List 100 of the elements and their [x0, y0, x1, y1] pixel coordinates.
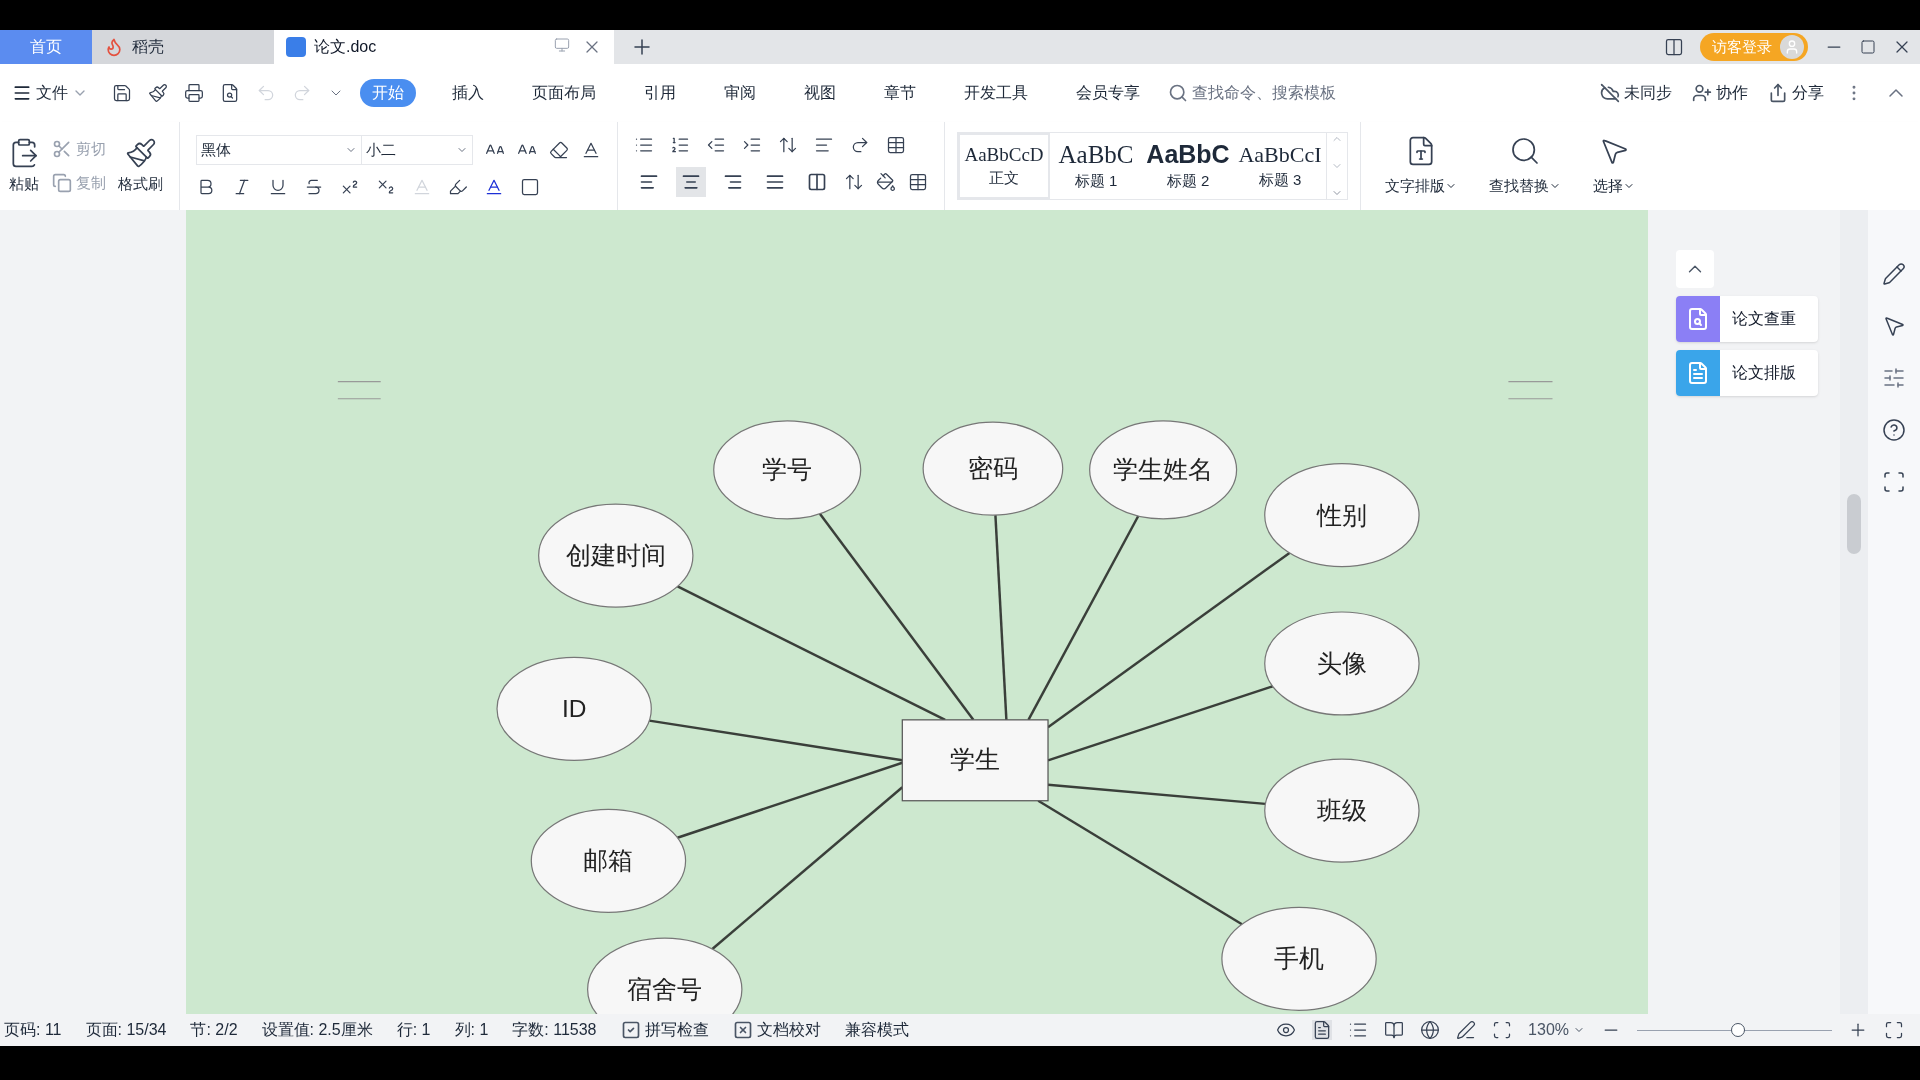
- tool-button[interactable]: 查找替换: [1489, 134, 1561, 198]
- cloud-icon: [1600, 83, 1620, 103]
- style-sample: AaBbCcI: [1238, 141, 1322, 169]
- style-sample: AaBbC: [1146, 139, 1230, 171]
- ribbon-tab[interactable]: 页面布局: [520, 79, 608, 107]
- shading-icon[interactable]: [876, 172, 896, 192]
- document-search-icon: [1676, 296, 1720, 342]
- ribbon-tab[interactable]: 视图: [792, 79, 848, 107]
- page-view-icon[interactable]: [1312, 1020, 1333, 1040]
- fit-page-icon[interactable]: [1492, 1020, 1513, 1040]
- brush-icon[interactable]: [148, 83, 168, 103]
- margin-mark: [337, 380, 382, 400]
- user-plus-icon: [1692, 83, 1712, 103]
- scissors-icon: [52, 138, 72, 159]
- ribbon-tab[interactable]: 开发工具: [952, 79, 1040, 107]
- save-icon[interactable]: [112, 83, 132, 103]
- ribbon-tab[interactable]: 章节: [872, 79, 928, 107]
- writing-view-icon[interactable]: [1456, 1020, 1477, 1040]
- side-panel-button[interactable]: 论文查重: [1676, 296, 1818, 342]
- pointer-icon[interactable]: [1882, 314, 1906, 338]
- ribbon-tab[interactable]: 审阅: [712, 79, 768, 107]
- underline-icon[interactable]: [268, 177, 288, 197]
- style-label: 标题 2: [1166, 171, 1210, 192]
- style-preset[interactable]: AaBbC 标题 2: [1142, 133, 1234, 199]
- file-menu[interactable]: 文件: [12, 81, 88, 105]
- attribute-label: 学生姓名: [1113, 456, 1214, 484]
- x-box-icon: [732, 1020, 753, 1040]
- action-button[interactable]: 协作: [1692, 81, 1748, 105]
- ribbon-tab[interactable]: 会员专享: [1064, 79, 1152, 107]
- zoom-slider[interactable]: [1637, 1023, 1832, 1037]
- fullscreen-icon[interactable]: [1884, 1020, 1904, 1040]
- checkbox-icon: [620, 1020, 641, 1040]
- sliders-icon[interactable]: [1882, 366, 1906, 390]
- attribute-label: 邮箱: [583, 847, 634, 875]
- style-label: 正文: [989, 167, 1019, 188]
- eraser-icon[interactable]: [549, 140, 569, 160]
- help-icon[interactable]: [1882, 418, 1906, 442]
- maximize-icon[interactable]: [1860, 39, 1876, 55]
- pencil-icon[interactable]: [1882, 262, 1906, 286]
- style-label: 标题 1: [1074, 171, 1118, 192]
- document-text-icon: [1676, 350, 1720, 396]
- style-preset[interactable]: AaBbCcI 标题 3: [1234, 133, 1326, 199]
- tool-button[interactable]: 选择: [1593, 134, 1635, 198]
- strikethrough-icon[interactable]: [304, 177, 324, 197]
- entity-label: 学生: [949, 745, 1000, 773]
- align-center-icon: [681, 172, 701, 192]
- avatar-icon: [1780, 35, 1804, 59]
- tool-button[interactable]: 文字排版: [1385, 134, 1457, 198]
- side-panel-button[interactable]: 论文排版: [1676, 350, 1818, 396]
- style-preset[interactable]: AaBbCcD 正文: [958, 133, 1050, 199]
- mode-text: 兼容模式: [844, 1020, 909, 1040]
- font-size-dropdown[interactable]: 小二: [362, 136, 472, 164]
- word-doc-icon: [286, 37, 306, 57]
- slider-thumb[interactable]: [1731, 1023, 1746, 1037]
- status-text: 行: 1: [396, 1020, 431, 1040]
- flame-icon: [104, 37, 124, 57]
- numbered-list-icon[interactable]: [670, 135, 690, 155]
- print-icon[interactable]: [184, 83, 204, 103]
- web-view-icon[interactable]: [1420, 1020, 1441, 1040]
- status-button[interactable]: 拼写检查: [620, 1018, 709, 1042]
- char-border-icon[interactable]: [520, 177, 540, 197]
- paste-button[interactable]: 粘贴: [8, 136, 40, 196]
- status-text: 节: 2/2: [190, 1020, 238, 1040]
- border-icon[interactable]: [908, 172, 928, 192]
- status-text: 页码: 11: [4, 1020, 62, 1040]
- attribute-label: ID: [561, 695, 587, 723]
- status-button[interactable]: 文档校对: [732, 1018, 821, 1042]
- line-spacing-icon[interactable]: [844, 172, 864, 192]
- attribute-label: 手机: [1274, 945, 1324, 973]
- action-button[interactable]: 分享: [1768, 81, 1824, 105]
- reading-view-icon[interactable]: [1384, 1020, 1405, 1040]
- zoom-dropdown[interactable]: 130%: [1528, 1018, 1585, 1042]
- status-text: 页面: 15/34: [85, 1020, 167, 1040]
- style-label: 标题 3: [1258, 169, 1302, 190]
- highlighter-icon[interactable]: [448, 177, 468, 197]
- scrollbar-thumb[interactable]: [1847, 494, 1861, 554]
- align-left-icon: [639, 172, 659, 192]
- justify-icon: [765, 172, 785, 192]
- ribbon-tab[interactable]: 引用: [632, 79, 688, 107]
- attribute-label: 性别: [1316, 501, 1367, 529]
- action-button[interactable]: 未同步: [1600, 81, 1672, 105]
- format-painter-button[interactable]: 格式刷: [118, 136, 163, 196]
- style-preset[interactable]: AaBbC 标题 1: [1050, 133, 1142, 199]
- ribbon-tab[interactable]: 插入: [440, 79, 496, 107]
- sort-icon[interactable]: [778, 135, 798, 155]
- font-dropdown[interactable]: 黑体: [197, 136, 362, 164]
- font-color-icon[interactable]: [484, 177, 504, 197]
- align-button[interactable]: [676, 167, 706, 197]
- paintbrush-icon: [124, 136, 157, 169]
- align-right-icon: [723, 172, 743, 192]
- attribute-label: 学号: [762, 456, 813, 484]
- preview-icon[interactable]: [220, 83, 240, 103]
- attribute-label: 创建时间: [565, 542, 666, 570]
- document-tab[interactable]: 论文.doc: [274, 30, 614, 64]
- search-icon: [1168, 83, 1188, 103]
- attribute-label: 宿舍号: [627, 976, 703, 1004]
- document-tab[interactable]: 稻壳: [92, 30, 274, 64]
- status-text: 字数: 11538: [512, 1020, 597, 1040]
- attribute-label: 密码: [967, 455, 1018, 483]
- share-icon: [1768, 83, 1788, 103]
